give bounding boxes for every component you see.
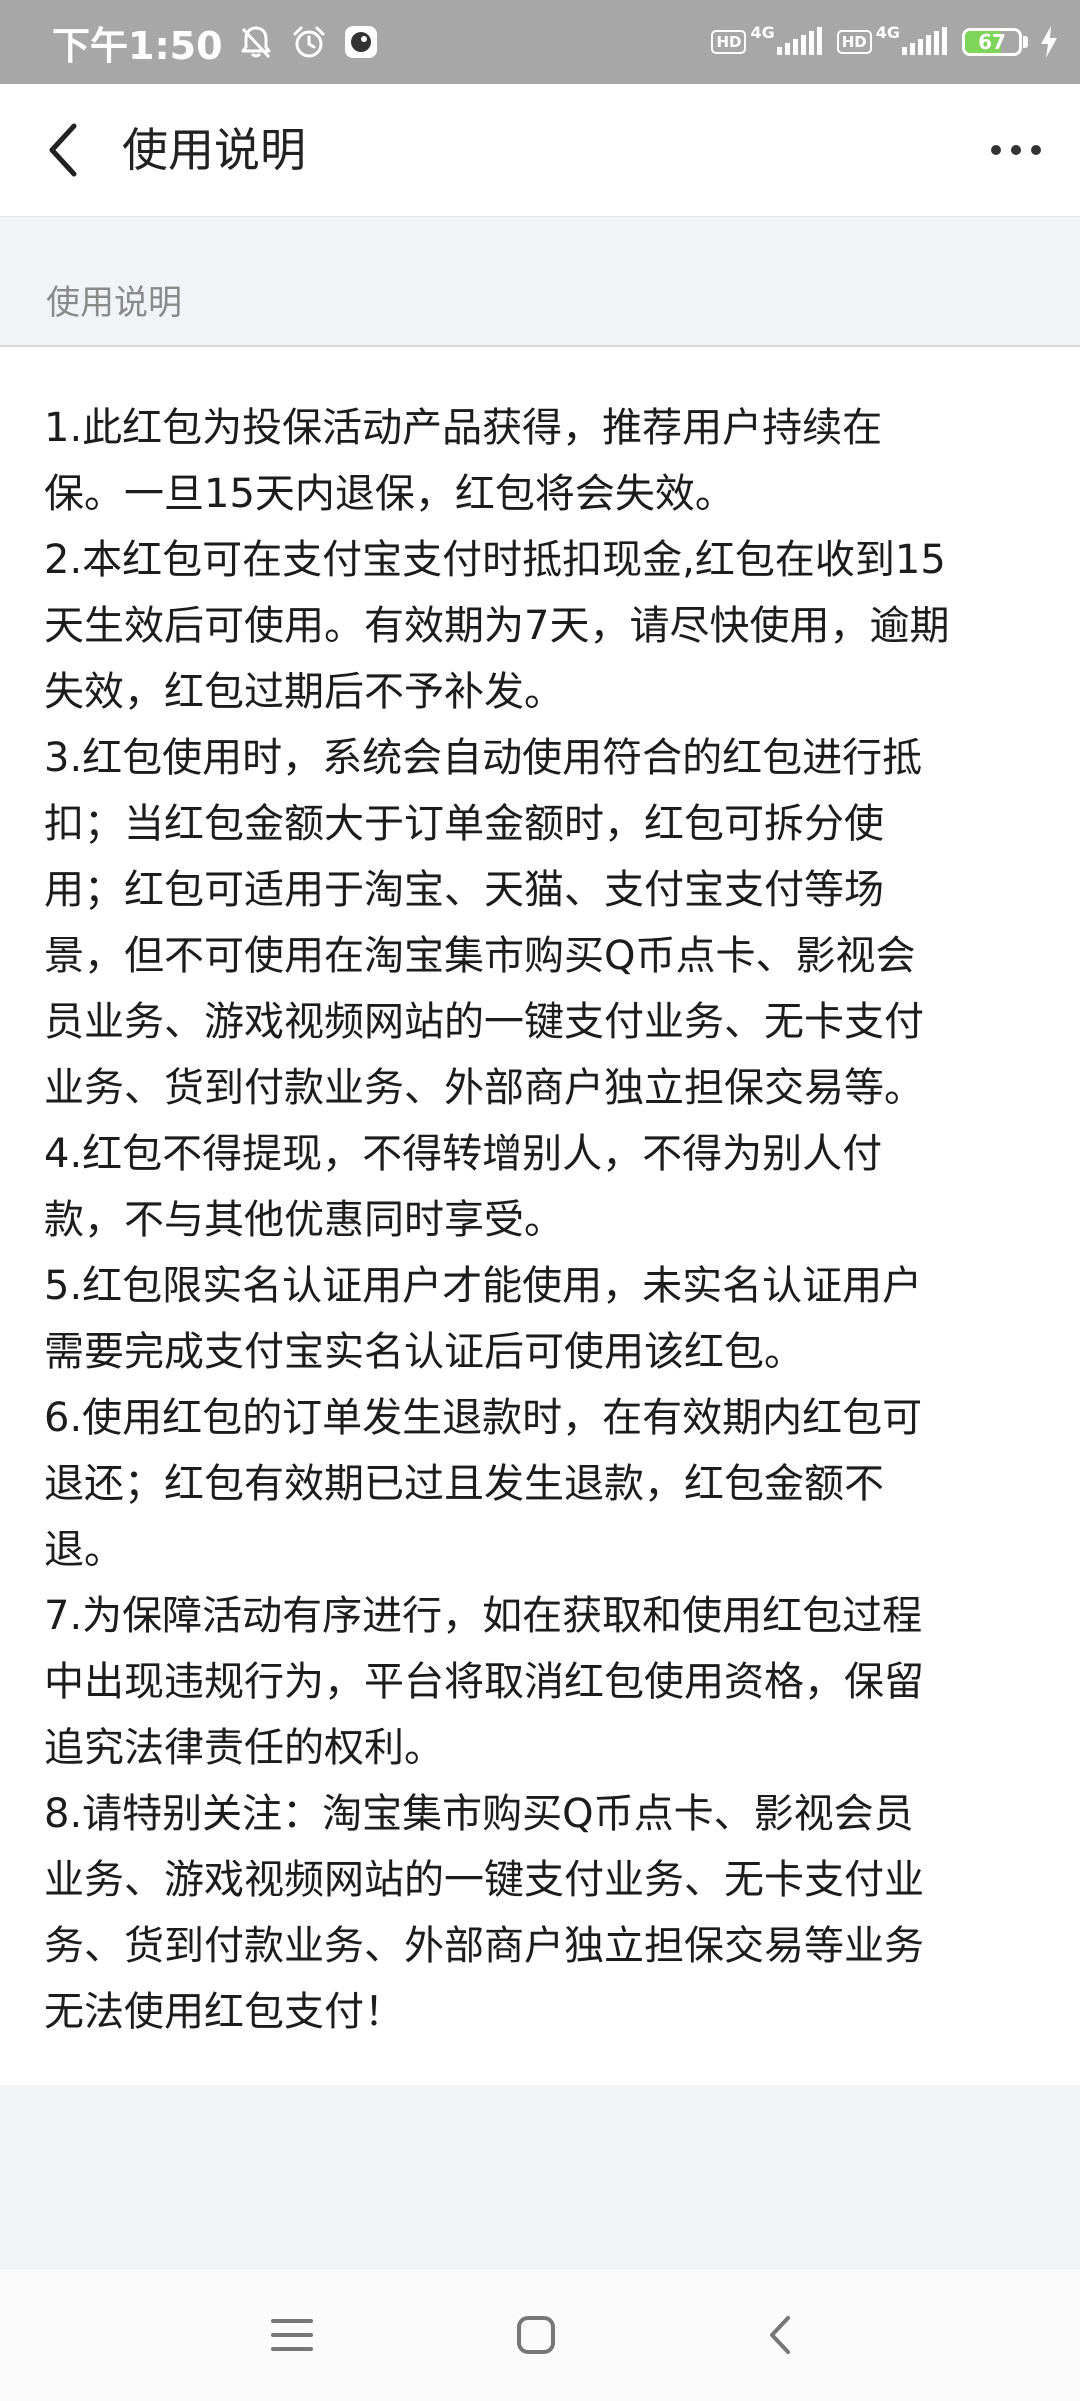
rule-text-line: 1.此红包为投保活动产品获得，推荐用户持续在 bbox=[44, 405, 883, 451]
section-header: 使用说明 bbox=[0, 217, 1080, 345]
rule-text-line: 3.红包使用时，系统会自动使用符合的红包进行抵 bbox=[44, 735, 923, 781]
signal-bars-icon bbox=[776, 27, 822, 55]
header-bar: 使用说明 bbox=[0, 84, 1080, 217]
rule-text-line: 景，但不可使用在淘宝集市购买Q币点卡、影视会 bbox=[44, 933, 916, 979]
back-button[interactable] bbox=[24, 110, 104, 190]
status-bar: 下午1:50 HD 4G HD 4G 67 bbox=[0, 0, 1080, 84]
alarm-clock-icon bbox=[289, 22, 329, 62]
rule-text-line: 款，不与其他优惠同时享受。 bbox=[44, 1197, 564, 1243]
rules-content: 1.此红包为投保活动产品获得，推荐用户持续在 保。一旦15天内退保，红包将会失效… bbox=[0, 347, 1080, 2085]
charging-bolt-icon bbox=[1041, 26, 1057, 58]
page-title: 使用说明 bbox=[122, 123, 306, 177]
chevron-left-icon bbox=[49, 123, 77, 177]
rule-text-line: 8.请特别关注：淘宝集市购买Q币点卡、影视会员 bbox=[44, 1791, 914, 1837]
hd-badge: HD bbox=[711, 30, 747, 54]
rule-text-line: 6.使用红包的订单发生退款时，在有效期内红包可 bbox=[44, 1395, 923, 1441]
battery-cap bbox=[1023, 36, 1028, 48]
menu-icon bbox=[271, 2319, 313, 2351]
status-right: HD 4G HD 4G 67 bbox=[711, 0, 1060, 84]
rule-text-line: 需要完成支付宝实名认证后可使用该红包。 bbox=[44, 1329, 804, 1375]
signal-bars-icon bbox=[902, 27, 947, 55]
rule-text-line: 退。 bbox=[44, 1527, 124, 1573]
sim2-signal: HD 4G bbox=[836, 23, 952, 57]
rule-text-line: 业务、游戏视频网站的一键支付业务、无卡支付业 bbox=[44, 1857, 924, 1903]
sim1-signal: HD 4G bbox=[711, 23, 826, 57]
battery-indicator: 67 bbox=[962, 28, 1022, 56]
home-button[interactable] bbox=[498, 2297, 574, 2373]
rule-text-line: 5.红包限实名认证用户才能使用，未实名认证用户 bbox=[44, 1263, 923, 1309]
home-square-icon bbox=[517, 2316, 555, 2354]
network-type: 4G bbox=[750, 22, 775, 42]
rule-text-line: 失效，红包过期后不予补发。 bbox=[44, 669, 564, 715]
rule-text-line: 务、货到付款业务、外部商户独立担保交易等业务 bbox=[44, 1923, 924, 1969]
status-left: 下午1:50 bbox=[52, 0, 379, 84]
hd-badge: HD bbox=[836, 30, 872, 54]
section-title: 使用说明 bbox=[46, 283, 182, 323]
system-back-button[interactable] bbox=[742, 2297, 818, 2373]
more-options-button[interactable] bbox=[976, 110, 1056, 190]
rule-text-line: 扣；当红包金额大于订单金额时，红包可拆分使 bbox=[44, 801, 884, 847]
rule-text-line: 退还；红包有效期已过且发生退款，红包金额不 bbox=[44, 1461, 884, 1507]
rule-text-line: 天生效后可使用。有效期为7天，请尽快使用，逾期 bbox=[44, 603, 950, 649]
rule-text-line: 业务、货到付款业务、外部商户独立担保交易等。 bbox=[44, 1065, 924, 1111]
back-triangle-icon bbox=[770, 2316, 790, 2354]
rule-text-line: 7.为保障活动有序进行，如在获取和使用红包过程 bbox=[44, 1593, 923, 1639]
rule-text-line: 4.红包不得提现，不得转增别人，不得为别人付 bbox=[44, 1131, 883, 1177]
rule-text-line: 2.本红包可在支付宝支付时抵扣现金,红包在收到15 bbox=[44, 537, 946, 583]
status-time: 下午1:50 bbox=[52, 23, 223, 68]
network-type: 4G bbox=[875, 22, 900, 42]
app-notification-icon bbox=[343, 24, 379, 60]
rule-text-line: 追究法律责任的权利。 bbox=[44, 1725, 444, 1771]
rule-text-line: 保。一旦15天内退保，红包将会失效。 bbox=[44, 471, 735, 517]
system-navigation-bar bbox=[0, 2268, 1080, 2401]
rule-text-line: 无法使用红包支付！ bbox=[44, 1989, 404, 2035]
more-dots-icon bbox=[991, 145, 1041, 155]
rule-text-line: 用；红包可适用于淘宝、天猫、支付宝支付等场 bbox=[44, 867, 884, 913]
menu-button[interactable] bbox=[254, 2297, 330, 2373]
bell-off-icon bbox=[237, 23, 275, 61]
rule-text-line: 员业务、游戏视频网站的一键支付业务、无卡支付 bbox=[44, 999, 924, 1045]
rule-text-line: 中出现违规行为，平台将取消红包使用资格，保留 bbox=[44, 1659, 924, 1705]
battery-level: 67 bbox=[978, 30, 1006, 54]
